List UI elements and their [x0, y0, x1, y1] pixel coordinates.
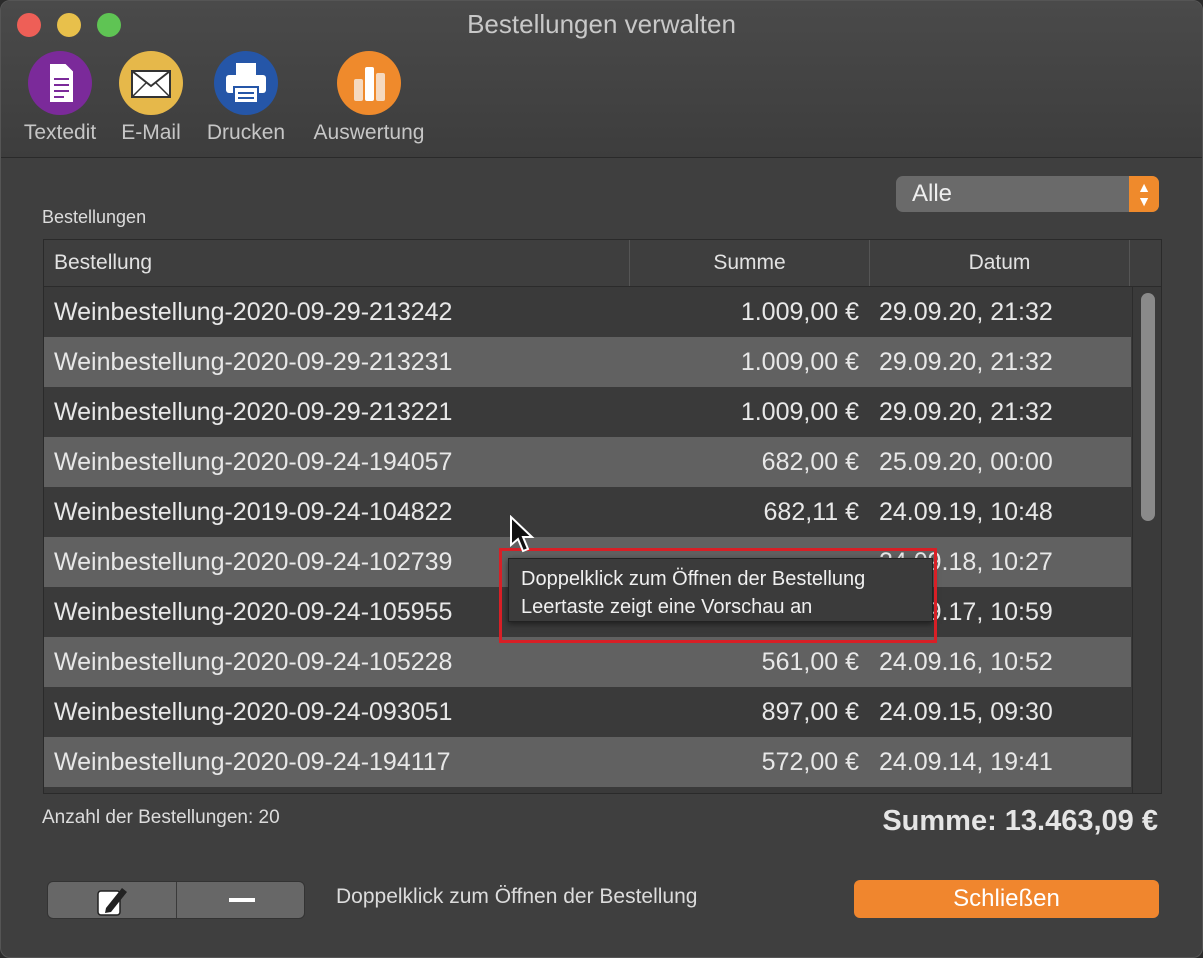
email-button[interactable]: E-Mail	[114, 51, 188, 145]
order-date: 29.09.20, 21:32	[879, 398, 1053, 426]
orders-section-label: Bestellungen	[42, 207, 147, 227]
order-date: 29.09.20, 21:32	[879, 348, 1053, 376]
scrollbar-thumb[interactable]	[1141, 293, 1155, 521]
order-sum: 1.009,00 €	[740, 398, 859, 426]
order-name: Weinbestellung-2020-09-24-194117	[54, 748, 451, 776]
order-total: Summe: 13.463,09 €	[882, 805, 1158, 837]
textedit-button[interactable]: Textedit	[19, 51, 101, 145]
print-button[interactable]: Drucken	[201, 51, 291, 145]
table-row[interactable]: Weinbestellung-2020-09-24-194057 682,00 …	[44, 437, 1131, 487]
order-name: Weinbestellung-2019-09-24-104822	[54, 498, 453, 526]
order-sum: 1.009,00 €	[740, 298, 859, 326]
remove-order-button[interactable]	[177, 882, 305, 918]
table-row[interactable]: Weinbestellung-2020-09-24-093051 897,00 …	[44, 687, 1131, 737]
column-header-sum[interactable]: Summe	[630, 240, 870, 286]
table-row[interactable]: Weinbestellung-2019-09-24-104822 682,11 …	[44, 487, 1131, 537]
window: Bestellungen verwalten Textedit E-Mail D…	[0, 0, 1203, 958]
table-row[interactable]: Weinbestellung-2020-09-24-105228 561,00 …	[44, 637, 1131, 687]
table-header: Bestellung Summe Datum	[44, 240, 1161, 287]
column-header-order[interactable]: Bestellung	[44, 240, 630, 286]
order-name: Weinbestellung-2020-09-24-105228	[54, 648, 453, 676]
order-sum: 682,11 €	[763, 498, 859, 526]
table-row[interactable]: Weinbestellung-2020-09-29-213231 1.009,0…	[44, 337, 1131, 387]
column-header-date[interactable]: Datum	[870, 240, 1130, 286]
order-name: Weinbestellung-2020-09-29-213221	[54, 398, 453, 426]
order-date: 24.09.15, 09:30	[879, 698, 1053, 726]
email-label: E-Mail	[121, 121, 181, 144]
filter-popup[interactable]: Alle ▲ ▼	[896, 176, 1159, 212]
chevron-updown-icon: ▲ ▼	[1129, 176, 1159, 212]
mouse-pointer-icon	[510, 515, 535, 553]
order-name: Weinbestellung-2020-09-29-213231	[54, 348, 453, 376]
orders-table: Bestellung Summe Datum Weinbestellung-20…	[43, 239, 1162, 794]
order-date: 24.09.14, 19:41	[879, 748, 1053, 776]
order-sum: 572,00 €	[761, 748, 859, 776]
order-sum: 561,00 €	[761, 648, 859, 676]
textedit-label: Textedit	[23, 121, 97, 144]
order-date: 24.09.19, 10:48	[879, 498, 1053, 526]
edit-order-button[interactable]	[48, 882, 177, 918]
bar-chart-icon	[337, 51, 401, 115]
order-name: Weinbestellung-2020-09-24-105955	[54, 598, 453, 626]
envelope-icon	[119, 51, 183, 115]
order-date: 25.09.20, 00:00	[879, 448, 1053, 476]
filter-value: Alle	[912, 180, 953, 207]
order-sum: 897,00 €	[761, 698, 859, 726]
order-sum: 682,00 €	[761, 448, 859, 476]
order-name: Weinbestellung-2020-09-24-102739	[54, 548, 453, 576]
report-button[interactable]: Auswertung	[306, 51, 432, 145]
order-date: 24.09.16, 10:52	[879, 648, 1053, 676]
tooltip-highlight-box	[499, 548, 937, 643]
order-date: 29.09.20, 21:32	[879, 298, 1053, 326]
order-name: Weinbestellung-2020-09-24-093051	[54, 698, 453, 726]
edit-remove-segmented-control	[47, 881, 305, 919]
table-row[interactable]: Weinbestellung-2020-09-24-194117 572,00 …	[44, 737, 1131, 787]
edit-icon	[97, 888, 127, 916]
vertical-scrollbar[interactable]	[1132, 287, 1161, 793]
order-name: Weinbestellung-2020-09-24-194057	[54, 448, 453, 476]
document-icon	[28, 51, 92, 115]
order-name: Weinbestellung-2020-09-29-213242	[54, 298, 453, 326]
window-title: Bestellungen verwalten	[467, 9, 736, 39]
table-row[interactable]: Weinbestellung-2020-09-29-213221 1.009,0…	[44, 387, 1131, 437]
footer-hint: Doppelklick zum Öffnen der Bestellung	[336, 885, 698, 908]
order-count: Anzahl der Bestellungen: 20	[42, 807, 280, 828]
close-button[interactable]: Schließen	[854, 880, 1159, 918]
report-label: Auswertung	[313, 121, 425, 144]
minus-icon	[229, 898, 255, 902]
table-rows: Weinbestellung-2020-09-29-213242 1.009,0…	[44, 287, 1131, 787]
titlebar: Bestellungen verwalten Textedit E-Mail D…	[1, 1, 1202, 158]
print-label: Drucken	[206, 121, 286, 144]
order-sum: 1.009,00 €	[740, 348, 859, 376]
table-row[interactable]: Weinbestellung-2020-09-29-213242 1.009,0…	[44, 287, 1131, 337]
printer-icon	[214, 51, 278, 115]
